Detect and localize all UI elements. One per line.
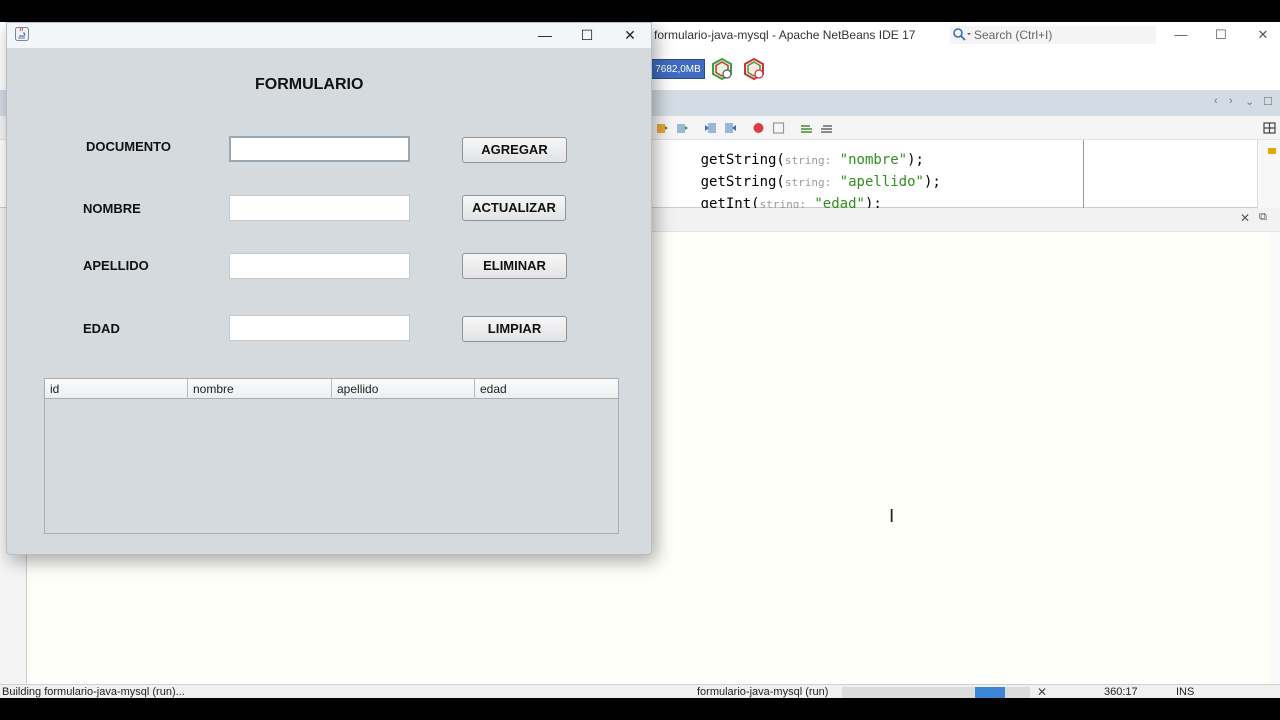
shift-right-icon[interactable] [724,122,737,134]
form-titlebar[interactable]: — ☐ ✕ [7,23,651,48]
form-minimize-button[interactable]: — [525,24,565,46]
edad-label: EDAD [83,321,120,336]
ide-search-field[interactable]: Search (Ctrl+I) [950,26,1156,44]
documento-label: DOCUMENTO [86,139,171,154]
profile-ide-icon[interactable] [710,57,734,81]
actualizar-button[interactable]: ACTUALIZAR [462,195,566,221]
split-editor-icon[interactable] [1263,122,1276,134]
agregar-button[interactable]: AGREGAR [462,137,567,163]
cancel-build-icon[interactable]: ✕ [1037,685,1047,698]
ide-search-placeholder: Search (Ctrl+I) [974,28,1053,42]
stop-macro-icon[interactable] [772,122,785,134]
chevron-right-icon[interactable]: › [1229,95,1233,107]
column-header-nombre[interactable]: nombre [188,379,332,399]
edad-input[interactable] [229,315,410,341]
apellido-label: APELLIDO [83,258,149,273]
maximize-pane-icon[interactable]: ☐ [1263,95,1273,108]
caret-position: 360:17 [1104,686,1138,698]
profile-project-icon[interactable] [742,57,766,81]
start-macro-icon[interactable] [752,122,765,134]
build-progress-fill [975,687,1005,698]
search-icon [953,28,971,41]
status-message[interactable]: Building formulario-java-mysql (run)... [2,686,185,698]
form-heading: FORMULARIO [255,76,364,93]
build-progress-bar[interactable] [842,687,1030,698]
close-icon[interactable]: ✕ [1240,211,1250,225]
limpiar-button[interactable]: LIMPIAR [462,316,567,342]
chevron-down-icon[interactable]: ⌄ [1245,95,1254,108]
formulario-window: — ☐ ✕ FORMULARIO DOCUMENTO AGREGAR NOMBR… [6,22,652,555]
ide-maximize-button[interactable]: ☐ [1210,26,1232,44]
right-margin-line [1083,140,1084,208]
eliminar-button[interactable]: ELIMINAR [462,253,567,279]
ide-close-button[interactable]: ✕ [1252,26,1274,44]
ide-minimize-button[interactable]: — [1170,26,1192,44]
next-bookmark-icon[interactable] [676,122,689,134]
text-cursor-icon: I [889,506,895,527]
restore-window-icon[interactable]: ⧉ [1259,211,1267,224]
java-app-icon [15,27,29,41]
uncomment-icon[interactable] [820,122,833,134]
memory-usage-badge[interactable]: 7682,0MB [651,59,705,79]
status-task-name: formulario-java-mysql (run) [697,686,829,698]
records-table[interactable]: id nombre apellido edad [44,378,619,534]
ide-window-title: formulario-java-mysql - Apache NetBeans … [654,28,916,42]
comment-icon[interactable] [800,122,813,134]
column-header-id[interactable]: id [45,379,188,399]
shift-left-icon[interactable] [704,122,717,134]
chevron-left-icon[interactable]: ‹ [1214,95,1218,107]
insert-mode[interactable]: INS [1176,686,1194,698]
nombre-label: NOMBRE [83,201,141,216]
column-header-apellido[interactable]: apellido [332,379,475,399]
toggle-bookmark-icon[interactable] [656,122,669,134]
column-header-edad[interactable]: edad [475,379,618,399]
documento-input[interactable] [229,136,410,162]
ide-status-bar: Building formulario-java-mysql (run)... … [0,684,1280,698]
form-close-button[interactable]: ✕ [610,24,650,46]
warning-marker[interactable] [1268,148,1276,154]
nombre-input[interactable] [229,195,410,221]
form-maximize-button[interactable]: ☐ [567,24,607,46]
apellido-input[interactable] [229,253,410,279]
table-body[interactable] [45,400,618,533]
table-header: id nombre apellido edad [45,379,618,399]
